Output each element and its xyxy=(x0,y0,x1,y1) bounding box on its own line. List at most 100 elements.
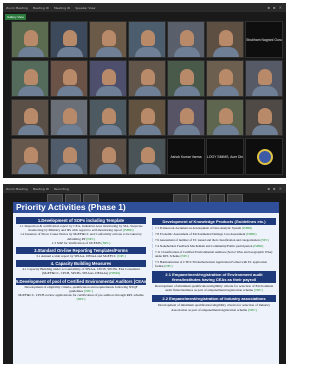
slide-item-tag: (ISBRI) xyxy=(246,232,257,236)
participant-face xyxy=(102,30,116,46)
participant-tile[interactable] xyxy=(11,99,49,136)
participant-face xyxy=(24,30,38,46)
slide-item: 1.2 Issuance of Show Cause Notice by MoE… xyxy=(20,232,142,241)
window-tab[interactable]: Speaker View xyxy=(75,6,95,10)
participant-name: Shubham Nagrani Guru xyxy=(246,38,282,42)
slide-item: 3.1 Annual e-visit report by SEIAA, DEIA… xyxy=(36,254,126,259)
participant-face xyxy=(219,108,233,124)
participant-tile[interactable] xyxy=(89,138,127,175)
slide-item: 1.1 Inspection & certification report by… xyxy=(19,224,143,233)
participant-tile[interactable] xyxy=(50,138,88,175)
slide-right-item: 7.1 Framework document on development of… xyxy=(152,226,276,230)
participant-tile[interactable] xyxy=(128,99,166,136)
participant-tile[interactable] xyxy=(50,21,88,58)
shared-screen-screenshot: Zoom Meeting Meeting ID Recording ■ ■ ✕ … xyxy=(3,184,286,364)
participant-body xyxy=(135,47,161,57)
window-tab[interactable]: Meeting ID xyxy=(33,6,49,10)
participant-tile[interactable] xyxy=(89,60,127,97)
participant-face xyxy=(258,108,272,124)
window-tab[interactable]: Meeting ID xyxy=(33,187,49,191)
participant-tile[interactable] xyxy=(206,21,244,58)
participant-name: LOGY SIMMS, Acer Director... xyxy=(207,155,243,159)
window-controls-icon[interactable]: ■ ■ ✕ xyxy=(268,186,283,191)
participant-body xyxy=(18,47,44,57)
participant-body xyxy=(252,125,278,135)
participant-body xyxy=(57,47,83,57)
participant-tile[interactable]: Ashok Kumar Varma xyxy=(167,138,205,175)
slide-title: Priority Activities (Phase 1) xyxy=(13,202,279,213)
participant-body xyxy=(57,164,83,174)
participant-face xyxy=(24,108,38,124)
participant-body xyxy=(18,86,44,96)
participant-body xyxy=(252,86,278,96)
slide-item: MoEF&CC, CPCB review applications for ce… xyxy=(18,293,144,302)
participant-body xyxy=(96,86,122,96)
slide-item-tag: (NPC) xyxy=(117,254,126,259)
participant-face xyxy=(141,108,155,124)
participant-face xyxy=(63,69,77,85)
slide-section-header: 4. Capacity Building Measures xyxy=(16,260,146,268)
slide-item: Development of eligibility criteria, qua… xyxy=(24,284,138,293)
slide-section-header: 2.2 Empanelment/registration of Industry… xyxy=(152,295,276,303)
window-titlebar: Zoom Meeting Meeting ID Recording ■ ■ ✕ xyxy=(3,184,286,193)
participant-tile[interactable] xyxy=(89,21,127,58)
participant-body xyxy=(96,125,122,135)
participant-tile[interactable] xyxy=(245,60,283,97)
participant-tile[interactable]: Shubham Nagrani Guru xyxy=(245,21,283,58)
organization-logo-icon xyxy=(257,149,273,165)
participant-face xyxy=(63,108,77,124)
participant-tile[interactable] xyxy=(11,138,49,175)
participant-tile[interactable] xyxy=(128,21,166,58)
view-label[interactable]: Gallery View xyxy=(5,14,26,20)
participant-face xyxy=(102,108,116,124)
participant-face xyxy=(180,108,194,124)
slide-right-column: Development of Knowledge Products (Guide… xyxy=(152,215,276,312)
participant-tile[interactable] xyxy=(167,99,205,136)
participant-tile[interactable] xyxy=(128,60,166,97)
participant-tile[interactable] xyxy=(50,99,88,136)
participant-body xyxy=(135,125,161,135)
slide-item-tag: (NPC) xyxy=(76,297,86,302)
window-tab[interactable]: Meeting ID xyxy=(54,6,70,10)
participant-body xyxy=(213,86,239,96)
participant-face xyxy=(141,147,155,163)
window-tab[interactable]: Zoom Meeting xyxy=(6,187,28,191)
participant-body xyxy=(18,164,44,174)
participant-face xyxy=(180,69,194,85)
participant-tile[interactable] xyxy=(245,138,283,175)
participant-name: Ashok Kumar Varma xyxy=(170,155,202,159)
participant-face xyxy=(219,69,233,85)
participant-tile[interactable] xyxy=(11,60,49,97)
participant-face xyxy=(141,69,155,85)
slide-item-tag: (NPC) xyxy=(247,307,257,312)
window-tab[interactable]: Recording xyxy=(54,187,69,191)
participant-body xyxy=(18,125,44,135)
participant-face xyxy=(102,69,116,85)
participant-body xyxy=(174,86,200,96)
participant-body xyxy=(57,86,83,96)
participant-face xyxy=(24,147,38,163)
window-tab[interactable]: Zoom Meeting xyxy=(6,6,28,10)
slide-section-body: Development of minimum qualification/eli… xyxy=(157,303,271,312)
participant-tile[interactable] xyxy=(50,60,88,97)
slide-item-tag: (NPC) xyxy=(253,288,263,293)
participant-tile[interactable]: LOGY SIMMS, Acer Director... xyxy=(206,138,244,175)
slide-item-tag: (NPC) xyxy=(164,264,173,268)
slide-right-item: 7.5 Harmonization of CTE/CTO/Authorizati… xyxy=(152,260,276,268)
participant-tile[interactable] xyxy=(245,99,283,136)
participant-tile[interactable] xyxy=(206,60,244,97)
participant-tile[interactable] xyxy=(89,99,127,136)
participant-face xyxy=(180,30,194,46)
participant-tile[interactable] xyxy=(206,99,244,136)
participant-tile[interactable] xyxy=(11,21,49,58)
participant-body xyxy=(96,164,122,174)
participant-tile[interactable] xyxy=(167,21,205,58)
window-controls-icon[interactable]: ■ ■ ✕ xyxy=(268,5,283,10)
participant-face xyxy=(258,69,272,85)
participant-face xyxy=(102,147,116,163)
slide-left-column: 1.Development of SOPs including Template… xyxy=(16,215,146,301)
participant-tile[interactable] xyxy=(167,60,205,97)
participant-face xyxy=(24,69,38,85)
participant-tile[interactable] xyxy=(128,138,166,175)
slide-item-tag: (NPC) xyxy=(180,254,189,258)
